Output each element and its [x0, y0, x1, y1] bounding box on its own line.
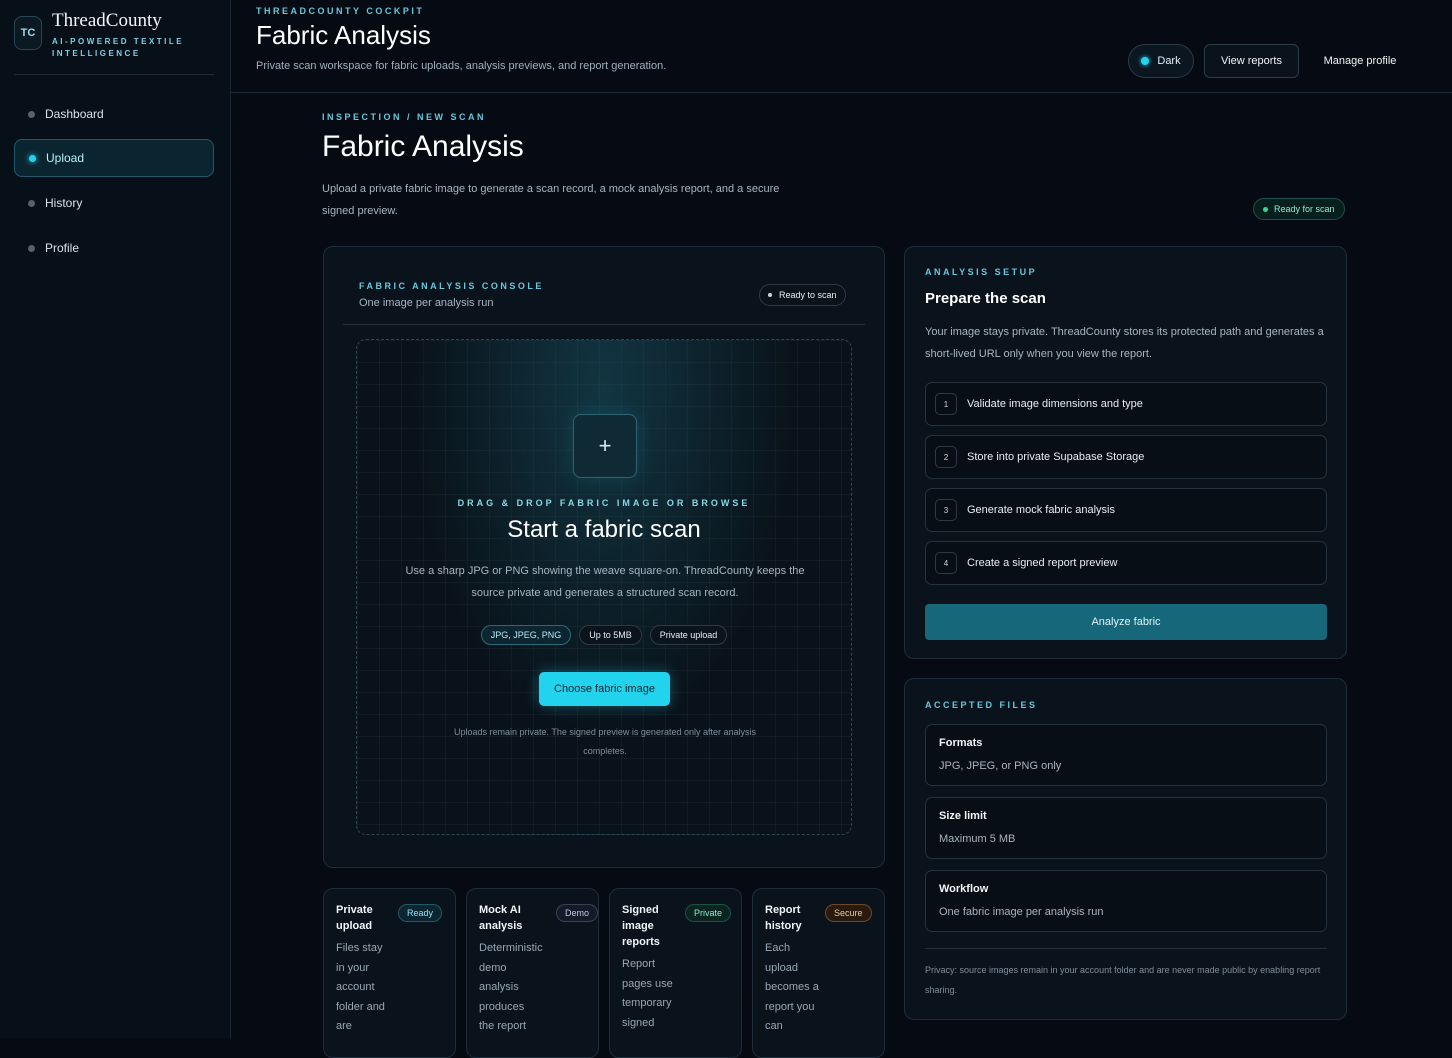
sidebar-item-label: History — [45, 196, 83, 210]
accepted-files-card: ACCEPTED FILES Formats JPG, JPEG, or PNG… — [904, 678, 1347, 1020]
sidebar: TC ThreadCounty AI-POWERED TEXTILE INTEL… — [0, 0, 231, 1038]
accepted-item-title: Formats — [939, 737, 983, 749]
sidebar-item-label: Profile — [45, 241, 80, 255]
console-subtitle: One image per analysis run — [359, 297, 494, 309]
divider — [343, 324, 865, 325]
theme-dot-icon — [1141, 57, 1150, 65]
feature-badge: Demo — [556, 904, 598, 922]
setup-step: 3 Generate mock fabric analysis — [925, 488, 1327, 532]
scan-status-badge: Ready to scan — [759, 284, 846, 306]
page-title: Fabric Analysis — [256, 20, 431, 50]
sidebar-item-profile[interactable]: Profile — [14, 229, 214, 267]
nav-dot-icon — [28, 244, 35, 252]
sidebar-item-upload[interactable]: Upload — [14, 139, 214, 177]
status-badge-label: Ready for scan — [1274, 204, 1335, 214]
dropzone-description: Use a sharp JPG or PNG showing the weave… — [405, 565, 805, 599]
setup-description: Your image stays private. ThreadCounty s… — [925, 326, 1324, 360]
accepted-item-formats: Formats JPG, JPEG, or PNG only — [925, 724, 1327, 786]
console-eyebrow: FABRIC ANALYSIS CONSOLE — [359, 281, 544, 291]
main-title: Fabric Analysis — [322, 130, 524, 163]
theme-toggle-button[interactable]: Dark — [1128, 44, 1194, 78]
scan-status-label: Ready to scan — [779, 290, 837, 300]
nav-dot-icon — [29, 154, 36, 162]
main-description: Upload a private fabric image to generat… — [322, 183, 780, 217]
sidebar-item-history[interactable]: History — [14, 184, 214, 222]
choose-fabric-image-button[interactable]: Choose fabric image — [539, 672, 670, 706]
theme-label: Dark — [1157, 55, 1181, 67]
feature-badge: Secure — [825, 904, 872, 922]
logo[interactable]: TC — [14, 16, 42, 50]
accepted-item-title: Size limit — [939, 810, 987, 822]
step-number: 4 — [935, 552, 957, 574]
setup-step: 2 Store into private Supabase Storage — [925, 435, 1327, 479]
breadcrumb: INSPECTION / NEW SCAN — [322, 112, 487, 122]
brand-tagline: AI-POWERED TEXTILE INTELLIGENCE — [52, 37, 185, 58]
analyze-fabric-button[interactable]: Analyze fabric — [925, 604, 1327, 640]
feature-description: Report pages use temporary signed — [622, 958, 673, 1029]
divider — [925, 948, 1327, 949]
format-chip: JPG, JPEG, PNG — [480, 625, 572, 645]
setup-eyebrow: ANALYSIS SETUP — [925, 267, 1038, 277]
privacy-note: Privacy: source images remain in your ac… — [925, 965, 1321, 995]
accepted-item-size-limit: Size limit Maximum 5 MB — [925, 797, 1327, 859]
brand-name: ThreadCounty — [52, 10, 162, 31]
feature-description: Each upload becomes a report you can — [765, 942, 819, 1032]
feature-title: Mock AI analysis — [479, 904, 523, 932]
feature-title: Private upload — [336, 904, 373, 932]
sidebar-item-dashboard[interactable]: Dashboard — [14, 95, 214, 133]
feature-description: Files stay in your account folder and ar… — [336, 942, 385, 1032]
feature-title: Signed image reports — [622, 904, 660, 948]
dropzone-eyebrow: DRAG & DROP FABRIC IMAGE OR BROWSE — [457, 498, 751, 508]
step-label: Validate image dimensions and type — [967, 398, 1143, 410]
status-badge: Ready for scan — [1253, 198, 1345, 220]
step-number: 2 — [935, 446, 957, 468]
analysis-console-card: FABRIC ANALYSIS CONSOLE One image per an… — [323, 246, 885, 868]
feature-card-report-history: Report history Secure Each upload become… — [752, 888, 885, 1058]
manage-profile-button[interactable]: Manage profile — [1309, 44, 1411, 78]
status-dot-icon — [1263, 206, 1268, 212]
accepted-item-value: One fabric image per analysis run — [939, 906, 1104, 918]
view-reports-button[interactable]: View reports — [1204, 44, 1299, 78]
setup-title: Prepare the scan — [925, 290, 1046, 307]
feature-description: Deterministic demo analysis produces the… — [479, 942, 543, 1032]
file-chips: JPG, JPEG, PNG Up to 5MB Private upload — [357, 625, 851, 645]
accepted-item-title: Workflow — [939, 883, 989, 895]
nav-dot-icon — [28, 110, 35, 118]
top-header: THREADCOUNTY COCKPIT Fabric Analysis Pri… — [231, 0, 1452, 93]
analysis-setup-card: ANALYSIS SETUP Prepare the scan Your ima… — [904, 246, 1347, 659]
feature-title: Report history — [765, 904, 802, 932]
setup-step: 4 Create a signed report preview — [925, 541, 1327, 585]
plus-icon[interactable]: + — [573, 414, 637, 478]
sidebar-item-label: Dashboard — [45, 107, 104, 121]
accepted-item-workflow: Workflow One fabric image per analysis r… — [925, 870, 1327, 932]
dropzone-title: Start a fabric scan — [507, 516, 701, 543]
step-label: Create a signed report preview — [967, 557, 1118, 569]
status-dot-icon — [768, 293, 772, 297]
page-subtitle: Private scan workspace for fabric upload… — [256, 60, 667, 72]
brand: TC ThreadCounty AI-POWERED TEXTILE INTEL… — [14, 10, 214, 75]
feature-card-signed-image-reports: Signed image reports Private Report page… — [609, 888, 742, 1058]
feature-badge: Private — [685, 904, 732, 922]
dropzone-note: Uploads remain private. The signed previ… — [454, 727, 756, 756]
sidebar-item-label: Upload — [46, 151, 85, 165]
feature-card-mock-ai-analysis: Mock AI analysis Demo Deterministic demo… — [466, 888, 599, 1058]
privacy-chip: Private upload — [649, 625, 728, 645]
step-number: 3 — [935, 499, 957, 521]
setup-step: 1 Validate image dimensions and type — [925, 382, 1327, 426]
feature-card-private-upload: Private upload Ready Files stay in your … — [323, 888, 456, 1058]
nav-dot-icon — [28, 199, 35, 207]
accepted-item-value: JPG, JPEG, or PNG only — [939, 760, 1062, 772]
accepted-eyebrow: ACCEPTED FILES — [925, 700, 1038, 710]
header-eyebrow: THREADCOUNTY COCKPIT — [256, 6, 425, 16]
step-number: 1 — [935, 393, 957, 415]
accepted-item-value: Maximum 5 MB — [939, 833, 1016, 845]
size-chip: Up to 5MB — [579, 625, 642, 645]
upload-dropzone[interactable]: + DRAG & DROP FABRIC IMAGE OR BROWSE Sta… — [356, 339, 852, 835]
step-label: Store into private Supabase Storage — [967, 451, 1145, 463]
step-label: Generate mock fabric analysis — [967, 504, 1115, 516]
feature-badge: Ready — [398, 904, 443, 922]
